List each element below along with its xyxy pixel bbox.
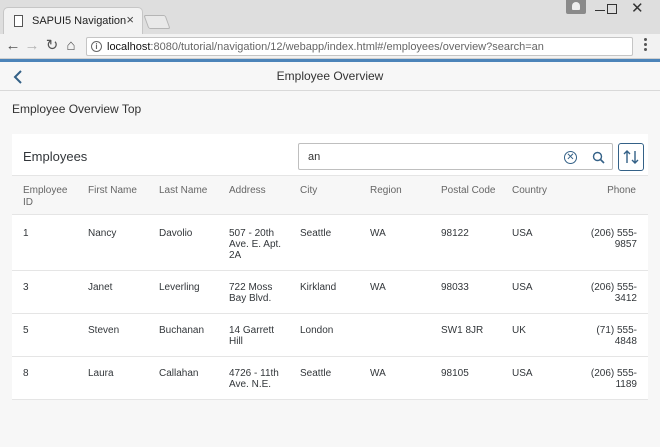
- cell-employee-id: 1: [23, 228, 29, 239]
- search-input[interactable]: an: [308, 151, 320, 163]
- employees-table-title: Employees: [23, 149, 88, 164]
- cell-country: USA: [512, 368, 533, 379]
- back-arrow-icon[interactable]: ←: [5, 37, 21, 55]
- cell-region: WA: [370, 282, 386, 293]
- clear-search-icon[interactable]: ✕: [564, 151, 577, 164]
- cell-city: Kirkland: [300, 282, 337, 293]
- table-row[interactable]: 8 Laura Callahan 4726 - 11th Ave. N.E. S…: [12, 357, 648, 400]
- app-header: Employee Overview: [0, 59, 660, 91]
- address-bar[interactable]: i localhost:8080/tutorial/navigation/12/…: [86, 37, 633, 56]
- cell-postal-code: 98105: [441, 368, 469, 379]
- url-text: localhost:8080/tutorial/navigation/12/we…: [107, 41, 544, 53]
- browser-toolbar: ← → ↻ ⌂ i localhost:8080/tutorial/naviga…: [0, 34, 660, 59]
- cell-last-name: Callahan: [159, 368, 199, 379]
- cell-employee-id: 8: [23, 368, 29, 379]
- cell-country: UK: [512, 325, 526, 336]
- table-row[interactable]: 1 Nancy Davolio 507 - 20th Ave. E. Apt. …: [12, 216, 648, 271]
- browser-tab-strip: SAPUI5 Navigation × ✕: [0, 0, 660, 34]
- cell-employee-id: 5: [23, 325, 29, 336]
- column-header-phone[interactable]: Phone: [568, 185, 636, 197]
- cell-postal-code: 98033: [441, 282, 469, 293]
- browser-menu-icon[interactable]: [644, 38, 648, 54]
- page-title: Employee Overview: [276, 69, 384, 83]
- cell-postal-code: SW1 8JR: [441, 325, 484, 336]
- cell-city: Seattle: [300, 368, 332, 379]
- page-icon: [14, 15, 23, 27]
- cell-first-name: Steven: [88, 325, 120, 336]
- table-row[interactable]: 3 Janet Leverling 722 Moss Bay Blvd. Kir…: [12, 271, 648, 314]
- cell-region: WA: [370, 368, 386, 379]
- sort-button[interactable]: [618, 143, 644, 171]
- cell-postal-code: 98122: [441, 228, 469, 239]
- search-icon[interactable]: [592, 151, 605, 164]
- overview-top-title: Employee Overview Top: [12, 102, 142, 116]
- cell-region: WA: [370, 228, 386, 239]
- cell-phone: (71) 555-4848: [596, 325, 637, 347]
- table-row[interactable]: 5 Steven Buchanan 14 Garrett Hill London…: [12, 314, 648, 357]
- search-field[interactable]: an ✕: [298, 143, 613, 170]
- cell-phone: (206) 555-3412: [590, 282, 637, 304]
- window-close-icon[interactable]: ✕: [631, 1, 644, 17]
- browser-tab[interactable]: SAPUI5 Navigation ×: [3, 7, 143, 34]
- tab-close-icon[interactable]: ×: [126, 12, 134, 28]
- cell-last-name: Buchanan: [159, 325, 205, 336]
- maximize-icon[interactable]: [607, 4, 617, 14]
- cell-first-name: Nancy: [88, 228, 117, 239]
- minimize-icon[interactable]: [595, 10, 605, 11]
- cell-last-name: Leverling: [159, 282, 200, 293]
- info-icon[interactable]: i: [91, 41, 102, 52]
- cell-address: 14 Garrett Hill: [229, 325, 275, 347]
- cell-phone: (206) 555-9857: [590, 228, 637, 250]
- column-header-city[interactable]: City: [300, 185, 317, 197]
- cell-city: London: [300, 325, 334, 336]
- new-tab-button[interactable]: [143, 15, 171, 29]
- cell-last-name: Davolio: [159, 228, 193, 239]
- tab-title: SAPUI5 Navigation: [32, 15, 127, 27]
- cell-first-name: Laura: [88, 368, 114, 379]
- cell-address: 4726 - 11th Ave. N.E.: [229, 368, 279, 390]
- forward-arrow-icon[interactable]: →: [24, 37, 40, 55]
- cell-address: 722 Moss Bay Blvd.: [229, 282, 273, 304]
- employees-panel: Employees an ✕ Employee ID First Name La…: [12, 134, 648, 400]
- reload-icon[interactable]: ↻: [44, 37, 60, 55]
- column-header-address[interactable]: Address: [229, 185, 266, 197]
- table-header: Employee ID First Name Last Name Address…: [12, 175, 648, 215]
- cell-first-name: Janet: [88, 282, 113, 293]
- cell-country: USA: [512, 228, 533, 239]
- home-icon[interactable]: ⌂: [63, 37, 79, 55]
- column-header-first-name[interactable]: First Name: [88, 185, 137, 197]
- profile-icon[interactable]: [566, 0, 586, 14]
- cell-city: Seattle: [300, 228, 332, 239]
- cell-address: 507 - 20th Ave. E. Apt. 2A: [229, 228, 282, 261]
- column-header-last-name[interactable]: Last Name: [159, 185, 207, 197]
- column-header-employee-id[interactable]: Employee ID: [23, 185, 73, 209]
- cell-phone: (206) 555-1189: [590, 368, 637, 390]
- cell-country: USA: [512, 282, 533, 293]
- column-header-postal-code[interactable]: Postal Code: [441, 185, 495, 197]
- cell-employee-id: 3: [23, 282, 29, 293]
- column-header-country[interactable]: Country: [512, 185, 547, 197]
- column-header-region[interactable]: Region: [370, 185, 402, 197]
